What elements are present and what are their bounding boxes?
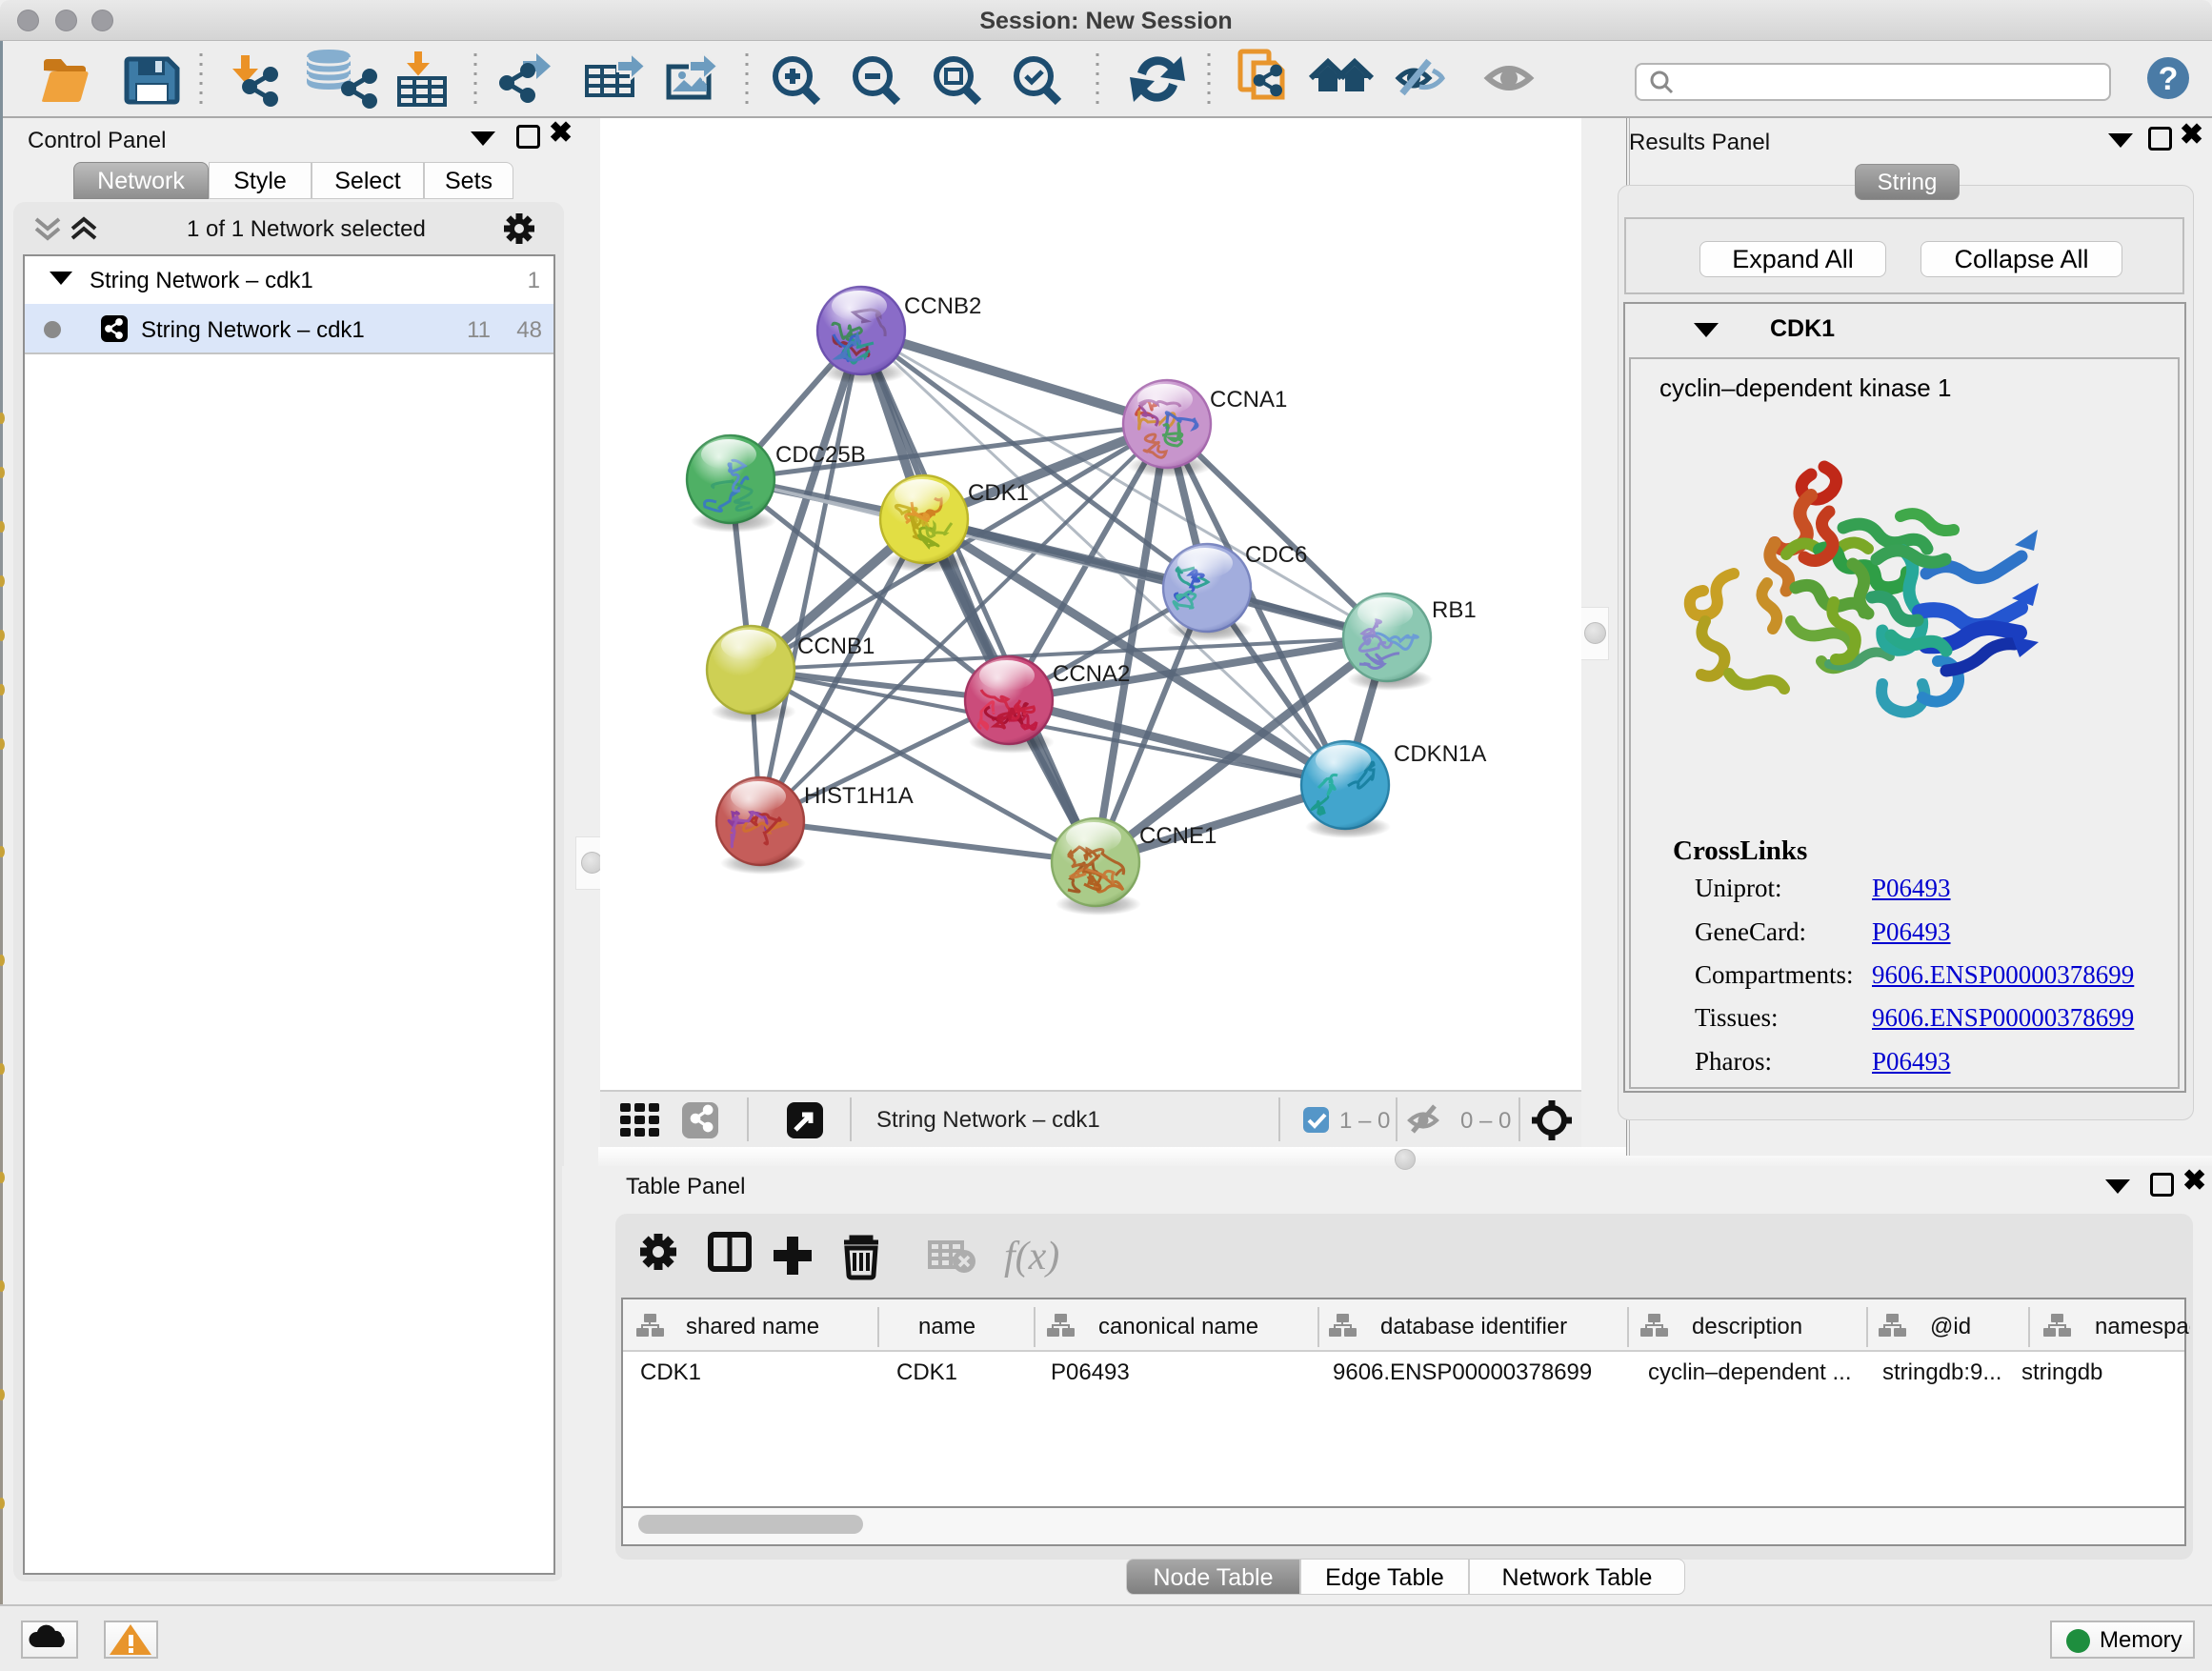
svg-text:1 – 0: 1 – 0 xyxy=(1339,1108,1390,1134)
svg-text:shared name: shared name xyxy=(686,1314,819,1339)
svg-text:RB1: RB1 xyxy=(1432,597,1477,623)
svg-text:CCNB1: CCNB1 xyxy=(797,634,875,659)
svg-text:HIST1H1A: HIST1H1A xyxy=(804,783,914,809)
svg-text:CDC25B: CDC25B xyxy=(775,442,866,468)
svg-text:canonical name: canonical name xyxy=(1098,1314,1258,1339)
svg-text:namespac: namespac xyxy=(2095,1314,2190,1339)
svg-text:f(x): f(x) xyxy=(1004,1235,1059,1278)
svg-text:String Network – cdk1: String Network – cdk1 xyxy=(876,1107,1100,1133)
svg-text:CCNB2: CCNB2 xyxy=(904,293,981,319)
svg-text:@id: @id xyxy=(1930,1314,1971,1339)
svg-text:CCNE1: CCNE1 xyxy=(1139,823,1217,849)
svg-text:CDC6: CDC6 xyxy=(1245,542,1307,568)
svg-text:name: name xyxy=(918,1314,975,1339)
svg-text:0 – 0: 0 – 0 xyxy=(1460,1108,1511,1134)
svg-text:CDKN1A: CDKN1A xyxy=(1394,741,1486,767)
svg-text:description: description xyxy=(1692,1314,1802,1339)
svg-text:?: ? xyxy=(2159,61,2179,97)
svg-text:CCNA2: CCNA2 xyxy=(1053,661,1130,687)
svg-text:database identifier: database identifier xyxy=(1380,1314,1567,1339)
svg-text:CDK1: CDK1 xyxy=(968,480,1029,506)
svg-text:CCNA1: CCNA1 xyxy=(1210,387,1287,413)
